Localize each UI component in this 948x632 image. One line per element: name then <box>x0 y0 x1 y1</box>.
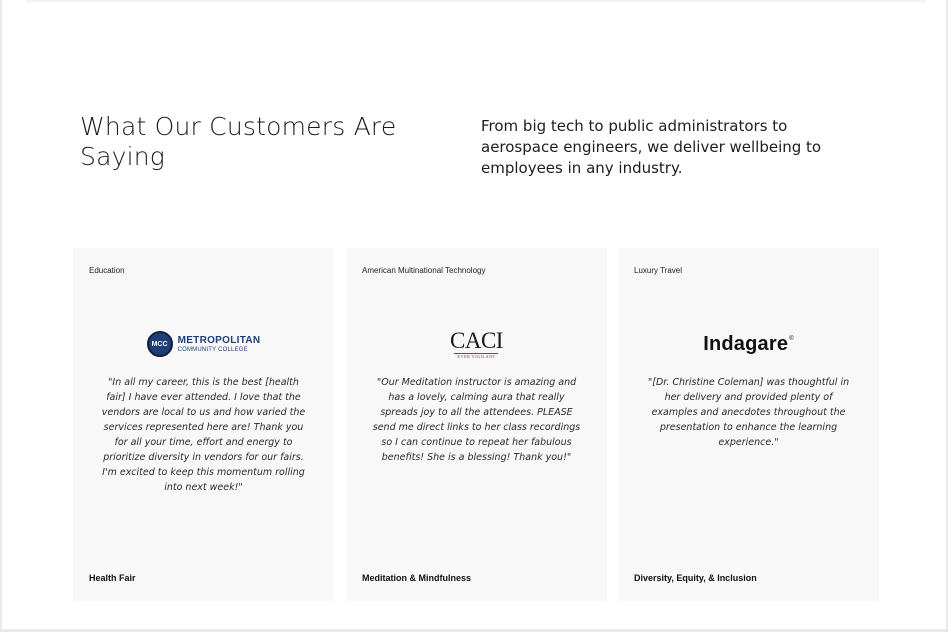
section-intro: From big tech to public administrators t… <box>481 117 822 177</box>
metropolitan-community-college-logo: MCC METROPOLITAN COMMUNITY COLLEGE <box>73 328 334 360</box>
testimonial-quote: "[Dr. Christine Coleman] was thoughtful … <box>647 377 850 448</box>
caci-logo: CACI EVER VIGILANT <box>346 328 607 360</box>
testimonial-quote: "In all my career, this is the best [hea… <box>101 377 306 493</box>
testimonial-quote: "Our Meditation instructor is amazing an… <box>372 377 581 463</box>
logo-name: Indagare <box>703 332 789 355</box>
testimonial-card-luxury-travel: Luxury Travel Indagare® "[Dr. Christine … <box>618 248 879 601</box>
logo-name: METROPOLITAN <box>177 334 261 346</box>
service-label: Health Fair <box>89 573 136 583</box>
registered-mark: ® <box>789 335 794 342</box>
card-industry-label: Education <box>89 266 125 275</box>
logo-tagline: EVER VIGILANT <box>457 353 496 359</box>
mcc-seal-icon: MCC <box>146 331 173 357</box>
indagare-logo: Indagare® <box>618 328 879 360</box>
testimonial-card-education: Education MCC METROPOLITAN COMMUNITY COL… <box>73 248 334 601</box>
section-title: What Our Customers Are Saying <box>80 112 397 171</box>
top-divider <box>26 0 926 2</box>
card-industry-label: American Multinational Technology <box>362 266 486 275</box>
testimonials-section: What Our Customers Are Saying From big t… <box>2 0 946 629</box>
logo-subtitle: COMMUNITY COLLEGE <box>177 346 248 353</box>
service-label: Meditation & Mindfulness <box>362 573 471 583</box>
card-industry-label: Luxury Travel <box>634 266 683 275</box>
logo-name: CACI <box>450 327 503 353</box>
service-label: Diversity, Equity, & Inclusion <box>634 573 757 583</box>
testimonial-card-technology: American Multinational Technology CACI E… <box>346 248 607 601</box>
